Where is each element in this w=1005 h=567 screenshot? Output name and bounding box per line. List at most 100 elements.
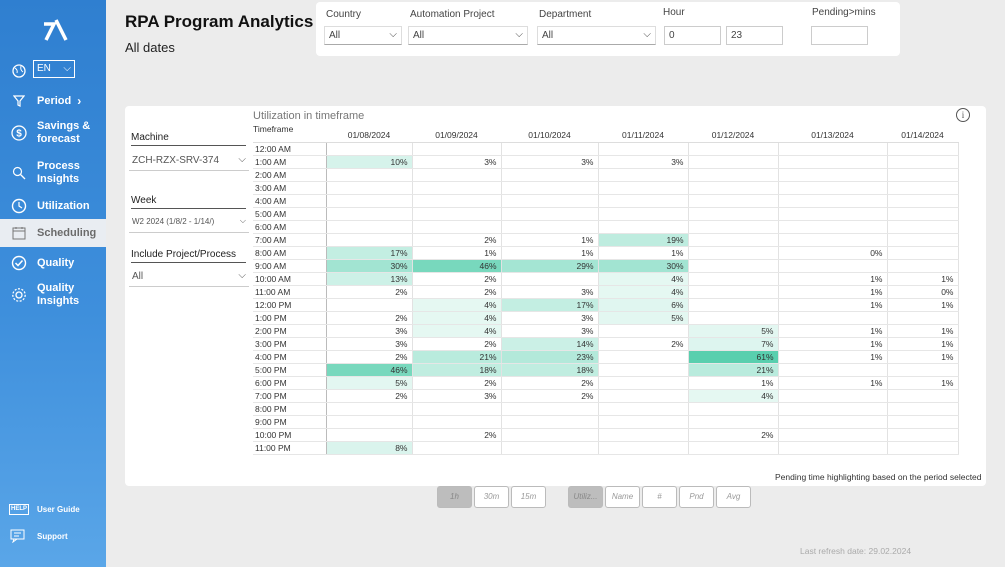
sidebar-item-scheduling[interactable]: Scheduling: [0, 219, 106, 247]
heatmap-cell[interactable]: [887, 402, 959, 416]
heatmap-cell[interactable]: [688, 233, 779, 247]
country-select[interactable]: All ⌵: [324, 26, 402, 45]
pending-input[interactable]: [811, 26, 868, 45]
heatmap-cell[interactable]: [326, 428, 413, 442]
heatmap-cell[interactable]: 4%: [412, 298, 502, 312]
heatmap-cell[interactable]: 30%: [598, 259, 689, 273]
heatmap-cell[interactable]: [688, 181, 779, 195]
heatmap-cell[interactable]: 2%: [688, 428, 779, 442]
heatmap-cell[interactable]: [326, 415, 413, 429]
heatmap-cell[interactable]: 23%: [501, 350, 599, 364]
week-select[interactable]: W2 2024 (1/8/2 - 1/14/) ⌵: [129, 213, 249, 233]
toggle-button[interactable]: 30m: [474, 486, 509, 508]
heatmap-cell[interactable]: [326, 207, 413, 221]
info-icon[interactable]: i: [956, 108, 970, 122]
heatmap-cell[interactable]: [778, 168, 888, 182]
heatmap-cell[interactable]: 1%: [887, 337, 959, 351]
machine-select[interactable]: ZCH-RZX-SRV-374 ⌵: [129, 151, 249, 171]
heatmap-cell[interactable]: 4%: [598, 272, 689, 286]
heatmap-cell[interactable]: 14%: [501, 337, 599, 351]
heatmap-cell[interactable]: [501, 220, 599, 234]
heatmap-cell[interactable]: [326, 181, 413, 195]
heatmap-cell[interactable]: 2%: [598, 337, 689, 351]
heatmap-cell[interactable]: 0%: [887, 285, 959, 299]
heatmap-cell[interactable]: 17%: [326, 246, 413, 260]
heatmap-cell[interactable]: 1%: [688, 376, 779, 390]
heatmap-cell[interactable]: 30%: [326, 259, 413, 273]
heatmap-cell[interactable]: [887, 233, 959, 247]
heatmap-cell[interactable]: [887, 259, 959, 273]
heatmap-cell[interactable]: 21%: [412, 350, 502, 364]
heatmap-cell[interactable]: 3%: [412, 155, 502, 169]
heatmap-cell[interactable]: [501, 168, 599, 182]
heatmap-cell[interactable]: 13%: [326, 272, 413, 286]
heatmap-cell[interactable]: [688, 155, 779, 169]
heatmap-cell[interactable]: 1%: [501, 246, 599, 260]
heatmap-cell[interactable]: [688, 220, 779, 234]
heatmap-cell[interactable]: 61%: [688, 350, 779, 364]
heatmap-cell[interactable]: [501, 207, 599, 221]
heatmap-cell[interactable]: 1%: [778, 298, 888, 312]
heatmap-cell[interactable]: 3%: [412, 389, 502, 403]
heatmap-cell[interactable]: 5%: [688, 324, 779, 338]
heatmap-cell[interactable]: [501, 441, 599, 455]
sidebar-item-quality[interactable]: Quality: [8, 254, 74, 272]
heatmap-cell[interactable]: 2%: [412, 285, 502, 299]
heatmap-cell[interactable]: [598, 220, 689, 234]
heatmap-cell[interactable]: 1%: [598, 246, 689, 260]
heatmap-cell[interactable]: [598, 415, 689, 429]
heatmap-cell[interactable]: 4%: [412, 324, 502, 338]
heatmap-cell[interactable]: 4%: [412, 311, 502, 325]
heatmap-cell[interactable]: 19%: [598, 233, 689, 247]
heatmap-cell[interactable]: [598, 376, 689, 390]
heatmap-cell[interactable]: 10%: [326, 155, 413, 169]
heatmap-cell[interactable]: [688, 194, 779, 208]
heatmap-cell[interactable]: [501, 194, 599, 208]
heatmap-cell[interactable]: [326, 142, 413, 156]
heatmap-cell[interactable]: [412, 168, 502, 182]
heatmap-cell[interactable]: 1%: [778, 324, 888, 338]
heatmap-cell[interactable]: [326, 298, 413, 312]
heatmap-cell[interactable]: [412, 220, 502, 234]
heatmap-cell[interactable]: [688, 142, 779, 156]
heatmap-cell[interactable]: 5%: [598, 311, 689, 325]
heatmap-cell[interactable]: [326, 402, 413, 416]
heatmap-cell[interactable]: [598, 441, 689, 455]
heatmap-cell[interactable]: 8%: [326, 441, 413, 455]
heatmap-cell[interactable]: [326, 194, 413, 208]
heatmap-cell[interactable]: 2%: [412, 337, 502, 351]
heatmap-cell[interactable]: [501, 272, 599, 286]
heatmap-cell[interactable]: 0%: [778, 246, 888, 260]
heatmap-cell[interactable]: 2%: [412, 428, 502, 442]
heatmap-cell[interactable]: [598, 168, 689, 182]
heatmap-cell[interactable]: [501, 142, 599, 156]
heatmap-cell[interactable]: [887, 181, 959, 195]
heatmap-cell[interactable]: [887, 194, 959, 208]
sidebar-item-savings[interactable]: $ Savings & forecast: [8, 120, 95, 146]
heatmap-cell[interactable]: [598, 324, 689, 338]
toggle-button[interactable]: Avg: [716, 486, 751, 508]
heatmap-cell[interactable]: [688, 168, 779, 182]
heatmap-cell[interactable]: 29%: [501, 259, 599, 273]
heatmap-cell[interactable]: [326, 220, 413, 234]
heatmap-cell[interactable]: [688, 415, 779, 429]
heatmap-cell[interactable]: 2%: [412, 272, 502, 286]
heatmap-cell[interactable]: [326, 233, 413, 247]
heatmap-cell[interactable]: [778, 441, 888, 455]
heatmap-cell[interactable]: [778, 194, 888, 208]
heatmap-cell[interactable]: [887, 389, 959, 403]
heatmap-cell[interactable]: [688, 207, 779, 221]
heatmap-cell[interactable]: [887, 441, 959, 455]
heatmap-cell[interactable]: [778, 363, 888, 377]
heatmap-cell[interactable]: [598, 194, 689, 208]
heatmap-cell[interactable]: 3%: [501, 311, 599, 325]
heatmap-cell[interactable]: 1%: [778, 376, 888, 390]
heatmap-cell[interactable]: [778, 402, 888, 416]
language-select[interactable]: EN ⌵: [33, 60, 75, 78]
heatmap-cell[interactable]: [501, 415, 599, 429]
sidebar-item-period[interactable]: Period ›: [8, 92, 81, 110]
heatmap-cell[interactable]: 1%: [887, 376, 959, 390]
sidebar-footer-user-guide[interactable]: HELP User Guide: [8, 500, 80, 518]
heatmap-cell[interactable]: [412, 142, 502, 156]
heatmap-cell[interactable]: 3%: [501, 324, 599, 338]
